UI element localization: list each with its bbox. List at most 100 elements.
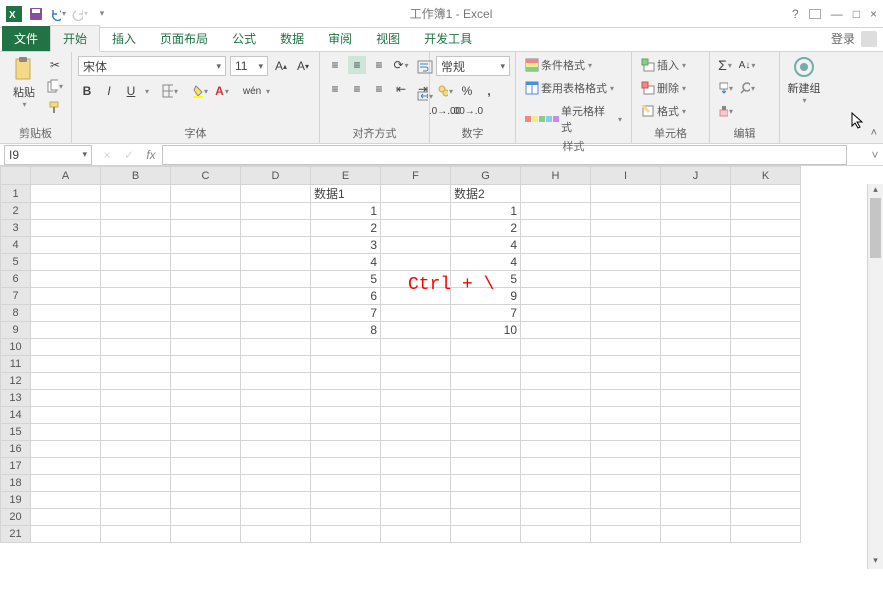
conditional-format-button[interactable]: 条件格式▾ (522, 56, 625, 74)
format-cells-button[interactable]: 格式▾ (638, 102, 689, 120)
col-header[interactable]: K (731, 167, 801, 185)
row-header[interactable]: 20 (1, 509, 31, 526)
row-header[interactable]: 4 (1, 237, 31, 254)
select-all-corner[interactable] (1, 167, 31, 185)
col-header[interactable]: G (451, 167, 521, 185)
cell[interactable]: 4 (311, 254, 381, 271)
cell[interactable]: 4 (451, 237, 521, 254)
row-header[interactable]: 5 (1, 254, 31, 271)
cell[interactable]: 10 (451, 322, 521, 339)
italic-button[interactable]: I (100, 82, 118, 100)
decrease-indent-icon[interactable]: ⇤ (392, 80, 410, 98)
cell[interactable]: 1 (311, 203, 381, 220)
col-header[interactable]: B (101, 167, 171, 185)
tab-file[interactable]: 文件 (2, 26, 50, 51)
scroll-up-icon[interactable]: ▴ (868, 184, 883, 198)
col-header[interactable]: A (31, 167, 101, 185)
row-header[interactable]: 15 (1, 424, 31, 441)
cell[interactable]: 6 (311, 288, 381, 305)
maximize-icon[interactable]: □ (853, 7, 860, 21)
fill-icon[interactable]: ▾ (716, 79, 734, 97)
cell-styles-button[interactable]: 单元格样式▾ (522, 102, 625, 136)
tab-insert[interactable]: 插入 (100, 26, 148, 51)
align-right-icon[interactable]: ≡ (370, 80, 388, 98)
merge-center-icon[interactable]: ▾ (416, 87, 434, 105)
scroll-down-icon[interactable]: ▾ (868, 555, 883, 569)
row-header[interactable]: 9 (1, 322, 31, 339)
cell[interactable]: 2 (451, 220, 521, 237)
row-header[interactable]: 1 (1, 185, 31, 203)
align-top-icon[interactable]: ≡ (326, 56, 344, 74)
cell[interactable]: 7 (451, 305, 521, 322)
newgroup-button[interactable]: 新建组 ▾ (786, 56, 822, 105)
col-header[interactable]: H (521, 167, 591, 185)
row-header[interactable]: 3 (1, 220, 31, 237)
cancel-formula-icon[interactable]: × (96, 148, 118, 162)
delete-cells-button[interactable]: 删除▾ (638, 79, 689, 97)
cell[interactable]: 3 (311, 237, 381, 254)
tab-layout[interactable]: 页面布局 (148, 26, 220, 51)
align-center-icon[interactable]: ≡ (348, 80, 366, 98)
align-left-icon[interactable]: ≡ (326, 80, 344, 98)
collapse-ribbon-icon[interactable]: ˄ (871, 127, 877, 139)
cell[interactable]: 5 (311, 271, 381, 288)
autosum-icon[interactable]: Σ▾ (716, 56, 734, 74)
enter-formula-icon[interactable]: ✓ (118, 148, 140, 162)
save-icon[interactable] (28, 6, 44, 22)
sort-filter-icon[interactable]: A↓▾ (738, 56, 756, 74)
row-header[interactable]: 16 (1, 441, 31, 458)
vertical-scrollbar[interactable]: ▴ ▾ (867, 184, 883, 569)
clear-icon[interactable]: ▾ (716, 102, 734, 120)
bold-button[interactable]: B (78, 82, 96, 100)
close-icon[interactable]: × (870, 7, 877, 21)
cell[interactable]: 7 (311, 305, 381, 322)
find-select-icon[interactable]: ▾ (738, 79, 756, 97)
fill-color-icon[interactable]: ▾ (191, 82, 209, 100)
spreadsheet-grid[interactable]: A B C D E F G H I J K 1数据1数据2 211 322 43… (0, 166, 801, 543)
col-header[interactable]: I (591, 167, 661, 185)
number-format-combo[interactable]: 常规▾ (436, 56, 510, 76)
cell[interactable]: 数据2 (451, 185, 521, 203)
cell[interactable]: 1 (451, 203, 521, 220)
cell[interactable]: 2 (311, 220, 381, 237)
scrollbar-thumb[interactable] (870, 198, 881, 258)
tab-formulas[interactable]: 公式 (220, 26, 268, 51)
cell[interactable]: 8 (311, 322, 381, 339)
row-header[interactable]: 11 (1, 356, 31, 373)
font-name-combo[interactable]: 宋体▾ (78, 56, 226, 76)
row-header[interactable]: 21 (1, 526, 31, 543)
cut-icon[interactable]: ✂ (46, 56, 64, 74)
row-header[interactable]: 8 (1, 305, 31, 322)
row-header[interactable]: 18 (1, 475, 31, 492)
underline-button[interactable]: U (122, 82, 140, 100)
tab-view[interactable]: 视图 (364, 26, 412, 51)
format-table-button[interactable]: 套用表格格式▾ (522, 79, 625, 97)
minimize-icon[interactable]: — (831, 7, 843, 21)
copy-icon[interactable]: ▾ (46, 77, 64, 95)
font-color-icon[interactable]: A▾ (213, 82, 231, 100)
row-header[interactable]: 12 (1, 373, 31, 390)
cell[interactable]: 4 (451, 254, 521, 271)
tab-data[interactable]: 数据 (268, 26, 316, 51)
row-header[interactable]: 10 (1, 339, 31, 356)
align-bottom-icon[interactable]: ≡ (370, 56, 388, 74)
name-box[interactable]: I9▾ (4, 145, 92, 165)
tab-review[interactable]: 审阅 (316, 26, 364, 51)
row-header[interactable]: 14 (1, 407, 31, 424)
increase-font-icon[interactable]: A▴ (272, 57, 290, 75)
row-header[interactable]: 17 (1, 458, 31, 475)
orientation-icon[interactable]: ⟳▾ (392, 56, 410, 74)
redo-icon[interactable]: ▾ (72, 6, 88, 22)
row-header[interactable]: 2 (1, 203, 31, 220)
expand-formula-bar-icon[interactable]: ˅ (867, 148, 883, 162)
ribbon-display-icon[interactable] (809, 9, 821, 19)
font-size-combo[interactable]: 11▾ (230, 56, 268, 76)
tab-home[interactable]: 开始 (50, 25, 100, 52)
decrease-font-icon[interactable]: A▾ (294, 57, 312, 75)
col-header[interactable]: F (381, 167, 451, 185)
cell[interactable]: 数据1 (311, 185, 381, 203)
row-header[interactable]: 19 (1, 492, 31, 509)
pinyin-icon[interactable]: wén (243, 82, 261, 100)
row-header[interactable]: 7 (1, 288, 31, 305)
qat-customize-icon[interactable]: ▾ (94, 6, 110, 22)
